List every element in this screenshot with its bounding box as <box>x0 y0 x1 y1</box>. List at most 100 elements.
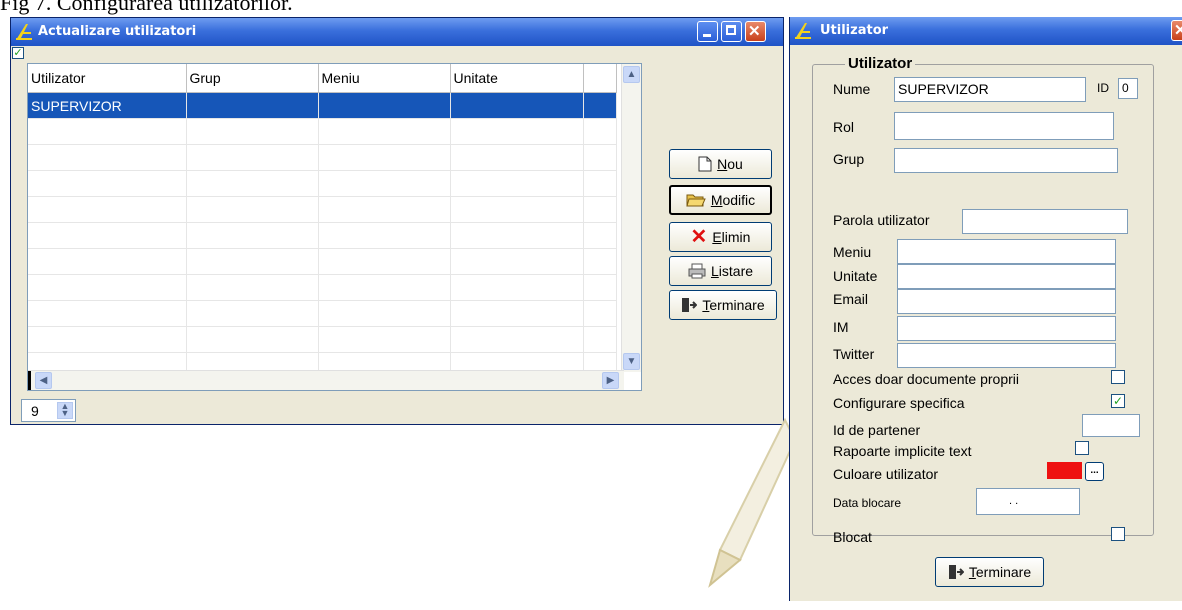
print-button[interactable]: Listare <box>669 256 772 286</box>
table-cell <box>583 248 617 275</box>
table-cell <box>450 300 584 327</box>
users-list-window: Actualizare utilizatori ✓ Utilizator Gru… <box>10 17 784 425</box>
group-field[interactable] <box>894 148 1118 173</box>
table-cell <box>318 274 451 301</box>
email-field[interactable] <box>897 289 1116 314</box>
column-header-utilizator[interactable]: Utilizator <box>28 64 187 93</box>
table-row[interactable] <box>28 196 617 223</box>
table-cell <box>583 144 617 171</box>
table-cell <box>318 92 451 119</box>
record-count-spinner[interactable]: 9 ▲ ▼ <box>21 399 76 422</box>
close-button[interactable] <box>1171 20 1182 41</box>
name-field[interactable]: SUPERVIZOR <box>894 77 1086 102</box>
exit-door-icon <box>948 565 964 579</box>
table-cell <box>28 248 187 275</box>
maximize-button[interactable] <box>721 21 742 42</box>
exit-button[interactable]: Terminare <box>669 290 777 320</box>
new-label: ou <box>727 156 743 172</box>
finish-button[interactable]: Terminare <box>935 557 1044 587</box>
column-header-grup[interactable]: Grup <box>186 64 319 93</box>
blocked-checkbox[interactable] <box>1111 527 1125 541</box>
scroll-up-icon[interactable]: ▲ <box>623 66 640 83</box>
partner-id-label: Id de partener <box>833 422 921 438</box>
title-bar[interactable]: Utilizator <box>790 17 1182 45</box>
new-document-icon <box>698 156 712 172</box>
vertical-scrollbar[interactable]: ▲ ▼ <box>621 64 641 372</box>
table-cell <box>450 92 584 119</box>
table-row[interactable]: SUPERVIZOR <box>28 92 617 119</box>
table-cell <box>450 144 584 171</box>
print-label-mnemonic: L <box>710 263 719 279</box>
id-field[interactable]: 0 <box>1118 78 1138 99</box>
table-row[interactable] <box>28 300 617 327</box>
table-cell <box>450 274 584 301</box>
new-button[interactable]: Nou <box>669 149 772 179</box>
table-cell: SUPERVIZOR <box>28 92 187 119</box>
user-color-label: Culoare utilizator <box>833 466 939 482</box>
table-cell <box>450 118 584 145</box>
unit-label: Unitate <box>833 268 878 284</box>
name-label: Nume <box>833 81 871 97</box>
close-button[interactable] <box>745 21 766 42</box>
users-grid[interactable]: Utilizator Grup Meniu Unitate SUPERVIZOR <box>27 63 642 391</box>
scroll-down-icon[interactable]: ▼ <box>623 353 640 370</box>
table-cell <box>318 300 451 327</box>
select-all-checkbox[interactable]: ✓ <box>12 47 24 59</box>
finish-label: erminare <box>975 564 1032 580</box>
record-count-value: 9 <box>31 403 39 419</box>
spinner-arrows-icon[interactable]: ▲ ▼ <box>57 402 73 419</box>
modify-button[interactable]: Modific <box>669 185 772 215</box>
table-row[interactable] <box>28 248 617 275</box>
column-header-unitate[interactable]: Unitate <box>450 64 584 93</box>
text-reports-checkbox[interactable] <box>1075 441 1089 455</box>
group-label: Grup <box>833 151 865 167</box>
delete-button[interactable]: ✕ Elimin <box>669 222 772 252</box>
table-cell <box>186 326 319 353</box>
table-row[interactable] <box>28 118 617 145</box>
scroll-left-icon[interactable]: ◀ <box>35 372 52 389</box>
table-cell <box>186 300 319 327</box>
table-cell <box>186 248 319 275</box>
table-cell <box>318 222 451 249</box>
window-title: Actualizare utilizatori <box>38 24 197 39</box>
grid-header: Utilizator Grup Meniu Unitate <box>28 64 617 93</box>
specific-config-checkbox[interactable]: ✓ <box>1111 394 1125 408</box>
user-edit-window: Utilizator Utilizator Nume SUPERVIZOR ID… <box>789 17 1182 601</box>
unit-field[interactable] <box>897 264 1116 289</box>
table-cell <box>186 144 319 171</box>
table-cell <box>28 118 187 145</box>
minimize-button[interactable] <box>697 21 718 42</box>
table-row[interactable] <box>28 222 617 249</box>
table-cell <box>186 92 319 119</box>
role-label: Rol <box>833 119 855 135</box>
im-field[interactable] <box>897 316 1116 341</box>
lock-date-field[interactable]: . . <box>976 488 1080 515</box>
group-box-title: Utilizator <box>845 55 916 72</box>
text-reports-label: Rapoarte implicite text <box>833 443 972 459</box>
partner-id-field[interactable] <box>1082 414 1140 437</box>
own-documents-label: Acces doar documente proprii <box>833 371 1019 387</box>
table-row[interactable] <box>28 326 617 353</box>
twitter-field[interactable] <box>897 343 1116 368</box>
color-picker-button[interactable]: ... <box>1085 462 1104 481</box>
table-row[interactable] <box>28 170 617 197</box>
table-cell <box>318 118 451 145</box>
scroll-right-icon[interactable]: ▶ <box>602 372 619 389</box>
table-cell <box>318 144 451 171</box>
table-cell <box>186 196 319 223</box>
table-row[interactable] <box>28 274 617 301</box>
table-cell <box>28 144 187 171</box>
user-color-swatch[interactable] <box>1047 462 1082 479</box>
title-bar[interactable]: Actualizare utilizatori <box>11 18 783 46</box>
modify-label-mnemonic: M <box>710 192 723 208</box>
horizontal-scrollbar[interactable]: ◀ ▶ <box>28 370 624 390</box>
table-row[interactable] <box>28 144 617 171</box>
im-label: IM <box>833 319 849 335</box>
table-cell <box>318 326 451 353</box>
password-field[interactable] <box>962 209 1128 234</box>
own-documents-checkbox[interactable] <box>1111 370 1125 384</box>
column-header-meniu[interactable]: Meniu <box>318 64 451 93</box>
printer-icon <box>688 263 706 279</box>
role-field[interactable] <box>894 112 1114 140</box>
menu-field[interactable] <box>897 239 1116 264</box>
